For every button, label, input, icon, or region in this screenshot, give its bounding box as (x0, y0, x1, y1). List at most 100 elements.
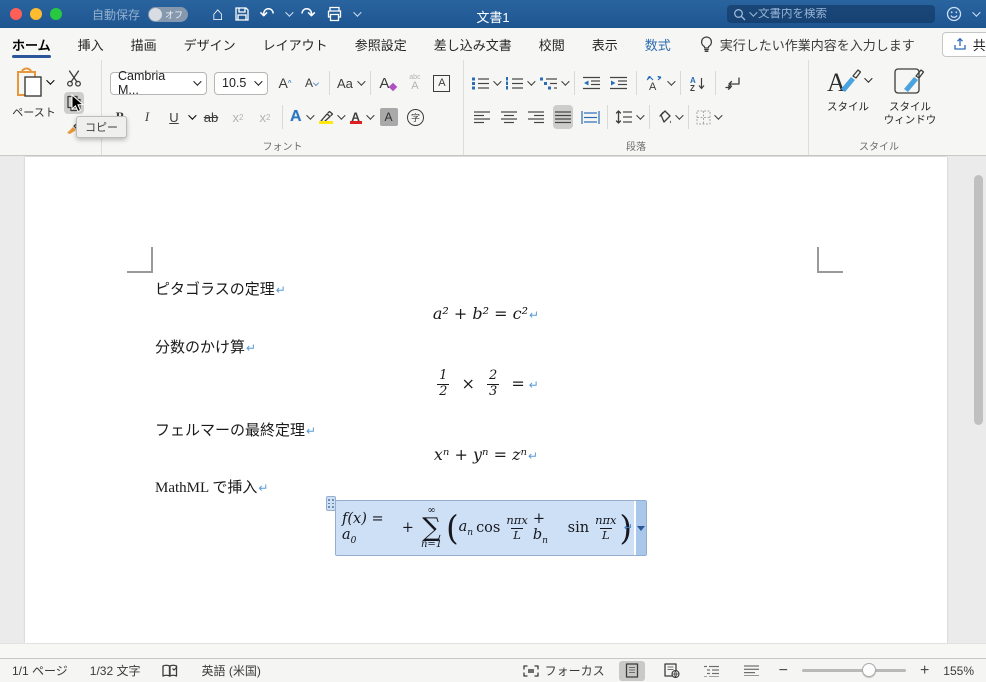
highlight-button[interactable] (318, 105, 346, 129)
horizontal-scroll-area[interactable] (0, 643, 986, 658)
language-status[interactable]: 英語 (米国) (201, 662, 260, 679)
increase-indent-button[interactable] (609, 71, 629, 95)
document-page[interactable]: ピタゴラスの定理↵ a² + b² = c²↵ 分数のかけ算↵ 12 × 23 … (25, 157, 947, 643)
justify-icon (554, 110, 572, 124)
print-icon[interactable] (326, 6, 343, 22)
align-center-button[interactable] (499, 105, 519, 129)
minimize-window-button[interactable] (30, 8, 42, 20)
equation-pythagoras[interactable]: a² + b² = c²↵ (25, 304, 947, 324)
tab-draw[interactable]: 描画 (131, 28, 157, 60)
draft-view-button[interactable] (739, 661, 765, 681)
zoom-out-button[interactable]: − (779, 662, 788, 679)
font-color-button[interactable]: A (349, 105, 375, 129)
paste-button[interactable]: ペースト (8, 67, 60, 139)
tab-references[interactable]: 参照設定 (355, 28, 407, 60)
autosave-toggle[interactable]: オフ (148, 6, 189, 22)
web-layout-view-button[interactable] (659, 661, 685, 681)
tab-mailings[interactable]: 差し込み文書 (434, 28, 512, 60)
text-direction-button[interactable]: A (644, 71, 676, 95)
zoom-percentage[interactable]: 155% (943, 664, 974, 678)
tab-layout[interactable]: レイアウト (263, 28, 328, 60)
multilevel-list-button[interactable] (540, 71, 570, 95)
align-left-button[interactable] (472, 105, 492, 129)
styles-button[interactable]: A スタイル (820, 67, 876, 139)
borders-button[interactable] (696, 105, 723, 129)
styles-window-button[interactable]: スタイル ウィンドウ (882, 67, 938, 139)
focus-label: フォーカス (544, 664, 605, 678)
outline-view-button[interactable] (699, 661, 725, 681)
paste-dropdown-icon[interactable] (46, 76, 55, 85)
decrease-indent-button[interactable] (582, 71, 602, 95)
undo-icon[interactable]: ↶ (260, 5, 275, 23)
line-spacing-button[interactable] (615, 105, 645, 129)
justify-button[interactable] (553, 105, 573, 129)
equation-fraction[interactable]: 12 × 23 = ↵ (25, 368, 947, 400)
underline-dropdown-icon[interactable] (188, 111, 197, 120)
close-window-button[interactable] (10, 8, 22, 20)
focus-icon (522, 664, 539, 677)
text-effects-clear-button[interactable]: A (378, 71, 398, 95)
redo-icon[interactable]: ↷ (301, 5, 316, 23)
shading-button[interactable] (657, 105, 684, 129)
italic-button[interactable]: I (137, 105, 157, 129)
word-count[interactable]: 1/32 文字 (90, 662, 141, 679)
proofing-status-icon[interactable] (162, 664, 179, 678)
tab-equation[interactable]: 数式 (645, 28, 671, 60)
equation-options-dropdown[interactable] (634, 501, 646, 555)
distribute-button[interactable] (580, 105, 600, 129)
styles-dropdown-icon[interactable] (863, 74, 873, 83)
vertical-scrollbar[interactable] (974, 175, 983, 425)
show-formatting-marks-button[interactable] (723, 71, 743, 95)
fourier-equation[interactable]: f(x) = a0 + ∞ ∑ n=1 ( an cos nπx L + bn s… (342, 505, 632, 551)
zoom-in-button[interactable]: + (920, 662, 929, 679)
font-name-combo[interactable]: Cambria M... (110, 69, 207, 97)
superscript-button[interactable]: x2 (255, 105, 275, 129)
equation-handle[interactable] (326, 496, 336, 511)
equation-container-selected[interactable]: f(x) = a0 + ∞ ∑ n=1 ( an cos nπx L + bn s… (326, 496, 647, 556)
focus-mode-button[interactable]: フォーカス (522, 662, 605, 679)
enclose-border-button[interactable]: A (432, 71, 452, 95)
align-right-button[interactable] (526, 105, 546, 129)
strikethrough-button[interactable]: ab (201, 105, 221, 129)
tell-me-box[interactable]: 実行したい作業内容を入力します (700, 35, 915, 54)
tab-view[interactable]: 表示 (592, 28, 618, 60)
character-shading-button[interactable]: A (379, 105, 399, 129)
numbering-button[interactable] (506, 71, 536, 95)
clipboard-group: ペースト (0, 60, 102, 155)
search-box[interactable] (727, 5, 935, 23)
undo-dropdown-icon[interactable] (284, 8, 294, 17)
shrink-font-button[interactable]: A (302, 71, 322, 95)
home-icon[interactable]: ⌂ (212, 5, 223, 24)
search-input[interactable] (758, 8, 929, 20)
quick-access-dropdown-icon[interactable] (352, 8, 362, 17)
document-area[interactable]: ピタゴラスの定理↵ a² + b² = c²↵ 分数のかけ算↵ 12 × 23 … (0, 157, 986, 643)
page-count[interactable]: 1/1 ページ (12, 662, 68, 679)
font-size-combo[interactable]: 10.5 (214, 71, 268, 95)
tab-review[interactable]: 校閲 (539, 28, 565, 60)
sort-button[interactable]: AZ (688, 71, 708, 95)
enclose-characters-button[interactable]: 字 (406, 105, 426, 129)
search-scope-dropdown-icon[interactable] (749, 8, 758, 17)
text-effects-button[interactable]: A (290, 105, 315, 129)
save-icon[interactable] (234, 6, 250, 22)
bullets-button[interactable] (472, 71, 502, 95)
phonetic-guide-button[interactable]: abc A (405, 71, 425, 95)
print-layout-view-button[interactable] (618, 660, 645, 681)
copy-tooltip: コピー (76, 116, 127, 138)
feedback-smiley-icon[interactable] (946, 6, 962, 22)
cut-button[interactable] (64, 67, 84, 90)
tab-home[interactable]: ホーム (12, 28, 51, 60)
zoom-slider[interactable] (801, 663, 906, 677)
share-button[interactable]: 共有 (941, 31, 986, 57)
underline-button[interactable]: U (164, 105, 184, 129)
change-case-button[interactable]: Aa (337, 71, 366, 95)
paragraph-mark: ↵ (306, 424, 317, 438)
grow-font-button[interactable]: A ^ (275, 71, 295, 95)
zoom-window-button[interactable] (50, 8, 62, 20)
subscript-button[interactable]: x2 (228, 105, 248, 129)
zoom-slider-thumb[interactable] (861, 663, 876, 677)
feedback-dropdown-icon[interactable] (972, 8, 981, 17)
tab-design[interactable]: デザイン (184, 28, 236, 60)
tab-insert[interactable]: 挿入 (78, 28, 104, 60)
equation-fermat[interactable]: xⁿ + yⁿ = zⁿ↵ (25, 445, 947, 465)
